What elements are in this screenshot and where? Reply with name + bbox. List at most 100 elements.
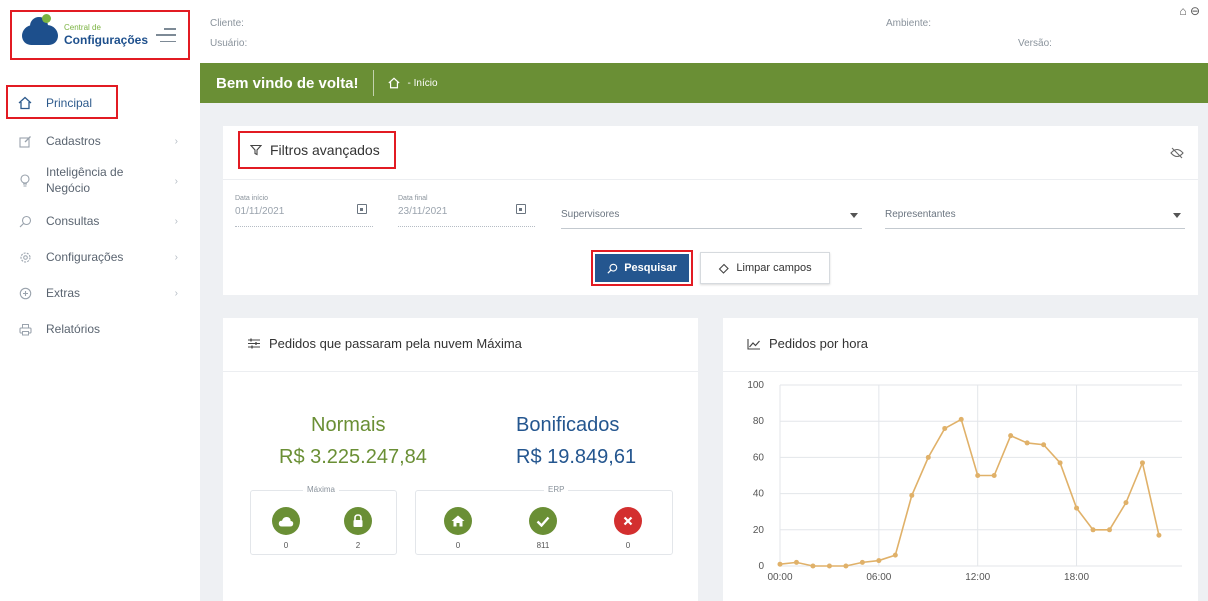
representantes-select[interactable]: Representantes xyxy=(885,209,1185,229)
data-inicio-value: 01/11/2021 xyxy=(235,206,285,217)
sidebar-item-principal[interactable]: Principal xyxy=(0,85,200,121)
cloud-logo-icon xyxy=(22,14,58,45)
search-icon xyxy=(607,263,618,274)
chevron-right-icon: › xyxy=(174,251,178,263)
breadcrumb-label[interactable]: - Início xyxy=(408,78,438,89)
check-icon xyxy=(529,507,557,535)
error-count: 0 xyxy=(625,541,631,550)
data-final-value: 23/11/2021 xyxy=(398,206,448,217)
orders-per-hour-card: Pedidos por hora 0 20 40 60 80 100 00:00 06:00 1… xyxy=(723,318,1198,601)
home-count: 0 xyxy=(455,541,461,550)
search-button[interactable]: Pesquisar xyxy=(595,254,689,282)
home-icon[interactable]: ⌂ xyxy=(1179,4,1186,18)
data-point xyxy=(793,559,799,565)
printer-icon xyxy=(18,322,32,336)
home-icon xyxy=(444,507,472,535)
lock-count: 2 xyxy=(355,541,361,550)
welcome-title: Bem vindo de volta! xyxy=(216,74,359,92)
orders-card: Pedidos que passaram pela nuvem Máxima N… xyxy=(223,318,698,601)
data-point xyxy=(991,473,997,478)
data-point xyxy=(1156,532,1162,538)
y-tick-label: 100 xyxy=(747,380,764,391)
sidebar-item-label: Relatórios xyxy=(46,322,101,336)
data-point xyxy=(777,561,783,567)
sidebar-item-label: Inteligência de Negócio xyxy=(46,165,124,195)
calendar-icon[interactable] xyxy=(516,204,526,214)
lightbulb-icon xyxy=(18,174,32,188)
data-point xyxy=(826,563,832,569)
menu-toggle-icon[interactable] xyxy=(156,28,176,42)
maxima-group: Máxima 0 2 xyxy=(250,485,397,555)
sidebar-item-label: Extras xyxy=(46,286,81,300)
home-icon[interactable] xyxy=(387,77,400,89)
chevron-right-icon: › xyxy=(174,287,178,299)
sidebar-item-configuracoes[interactable]: Configurações › xyxy=(0,239,200,275)
sliders-icon xyxy=(248,338,260,349)
error-icon xyxy=(614,507,642,535)
data-point xyxy=(1024,440,1030,446)
data-point xyxy=(1139,460,1145,466)
gear-icon xyxy=(18,250,32,264)
caret-down-icon xyxy=(1173,213,1181,218)
x-tick-label: 18:00 xyxy=(1064,572,1089,583)
supervisores-select[interactable]: Supervisores xyxy=(561,209,862,229)
ambiente-label: Ambiente: xyxy=(886,18,932,29)
x-tick-label: 06:00 xyxy=(866,572,891,583)
chart-title: Pedidos por hora xyxy=(769,336,869,351)
data-point xyxy=(1074,505,1080,511)
series-line xyxy=(779,418,1160,567)
bonificados-label: Bonificados xyxy=(516,414,620,436)
usuario-label: Usuário: xyxy=(210,38,248,49)
y-tick-label: 40 xyxy=(753,489,765,500)
data-point xyxy=(1090,527,1096,533)
top-header: Cliente: Usuário: Ambiente: Versão: ⌂ ⊖ xyxy=(200,0,1208,63)
eye-off-icon[interactable] xyxy=(1170,146,1184,164)
sidebar-item-cadastros[interactable]: Cadastros › xyxy=(0,123,200,159)
caret-down-icon xyxy=(850,213,858,218)
chevron-right-icon: › xyxy=(174,175,178,187)
search-icon xyxy=(18,214,32,228)
line-chart: 0 20 40 60 80 100 00:00 06:00 12:00 18:00 xyxy=(747,380,1182,583)
x-tick-label: 00:00 xyxy=(767,572,792,583)
sidebar-item-label: Configurações xyxy=(46,250,124,264)
data-point xyxy=(843,563,849,569)
filters-title[interactable]: Filtros avançados xyxy=(238,131,396,169)
logout-icon[interactable]: ⊖ xyxy=(1190,4,1200,18)
logo-title: Configurações xyxy=(64,33,149,47)
logo[interactable]: Central de Configurações xyxy=(10,10,190,60)
y-tick-label: 60 xyxy=(753,452,765,463)
eraser-icon xyxy=(719,263,730,274)
calendar-icon[interactable] xyxy=(357,204,367,214)
data-point xyxy=(958,416,964,422)
data-point xyxy=(1123,500,1129,506)
erp-group: ERP 0 811 0 xyxy=(415,485,673,555)
y-tick-label: 0 xyxy=(758,561,764,572)
sidebar-item-inteligencia[interactable]: Inteligência de Negócio › xyxy=(0,159,200,203)
data-point xyxy=(1107,527,1113,533)
sidebar-item-label: Consultas xyxy=(46,214,100,228)
sidebar-item-extras[interactable]: Extras › xyxy=(0,275,200,311)
breadcrumb: - Início xyxy=(387,77,438,89)
check-count: 811 xyxy=(536,541,550,550)
data-point xyxy=(909,492,915,498)
data-point xyxy=(810,563,816,569)
sidebar-item-label: Cadastros xyxy=(46,134,101,148)
data-point xyxy=(942,425,948,431)
data-point xyxy=(925,454,931,460)
data-point xyxy=(1057,460,1063,466)
data-inicio-field[interactable]: Data início 01/11/2021 xyxy=(235,195,373,227)
normais-value: R$ 3.225.247,84 xyxy=(279,446,427,468)
sidebar-item-consultas[interactable]: Consultas › xyxy=(0,203,200,239)
sidebar: Central de Configurações Principal Cadas… xyxy=(0,0,200,601)
sidebar-nav: Principal Cadastros › Inteligência de Ne… xyxy=(0,85,200,347)
orders-title: Pedidos que passaram pela nuvem Máxima xyxy=(269,336,522,351)
clear-fields-button[interactable]: Limpar campos xyxy=(700,252,830,284)
data-point xyxy=(1008,433,1014,439)
y-tick-label: 20 xyxy=(753,525,765,536)
data-point xyxy=(859,559,865,565)
data-final-field[interactable]: Data final 23/11/2021 xyxy=(398,195,535,227)
plus-circle-icon xyxy=(18,286,32,300)
sidebar-item-relatorios[interactable]: Relatórios xyxy=(0,311,200,347)
data-point xyxy=(876,558,882,564)
data-point xyxy=(1041,442,1047,448)
